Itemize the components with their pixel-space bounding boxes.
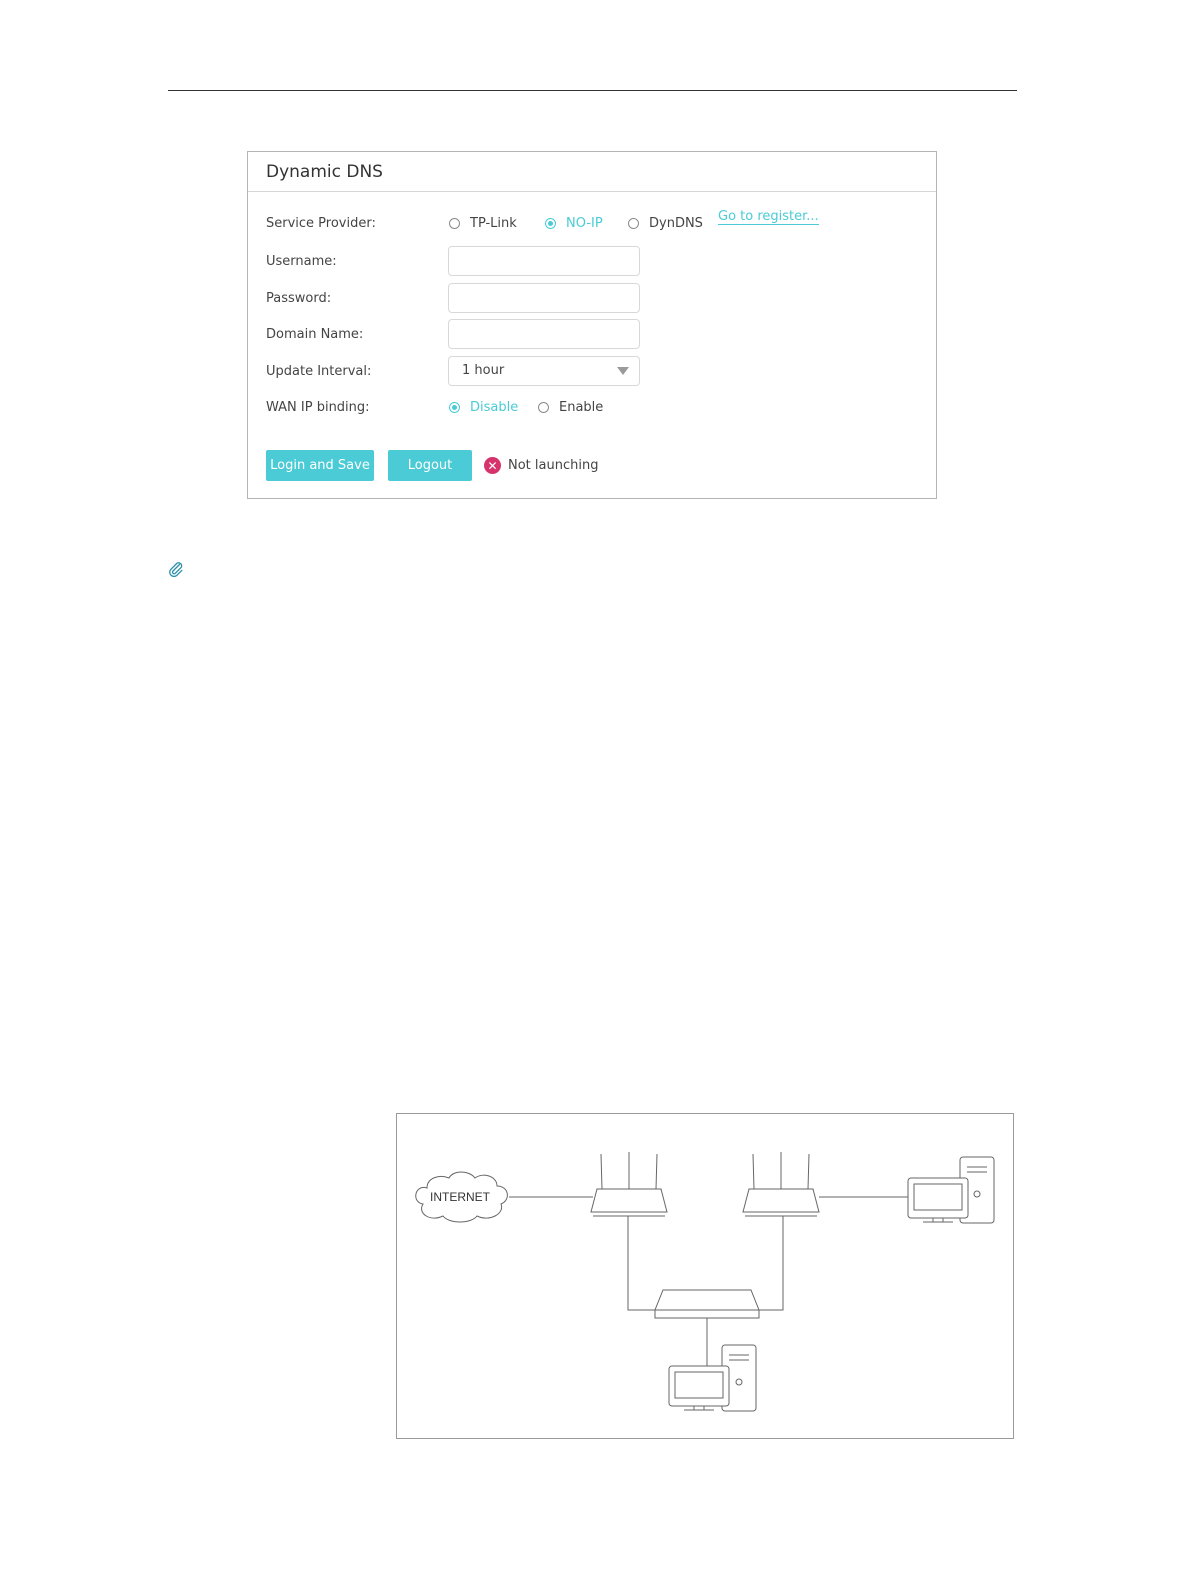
status-indicator: ✕ Not launching bbox=[484, 457, 598, 474]
radio-circle-icon bbox=[628, 218, 639, 229]
radio-label: NO-IP bbox=[566, 216, 603, 231]
update-interval-value: 1 hour bbox=[462, 363, 505, 378]
radio-label: TP-Link bbox=[470, 216, 517, 231]
radio-circle-icon bbox=[449, 218, 460, 229]
desktop-computer-icon bbox=[907, 1156, 995, 1224]
domain-name-field[interactable] bbox=[448, 319, 640, 349]
status-text: Not launching bbox=[508, 458, 599, 473]
username-input[interactable] bbox=[449, 247, 639, 275]
username-field[interactable] bbox=[448, 246, 640, 276]
service-provider-label: Service Provider: bbox=[266, 216, 376, 231]
password-label: Password: bbox=[266, 291, 332, 306]
password-input[interactable] bbox=[449, 284, 639, 312]
radio-label: Enable bbox=[559, 400, 604, 415]
paperclip-icon bbox=[168, 561, 184, 581]
domain-name-label: Domain Name: bbox=[266, 327, 364, 342]
login-and-save-button[interactable]: Login and Save bbox=[266, 450, 374, 481]
dynamic-dns-panel: Dynamic DNS Service Provider: TP-Link NO… bbox=[247, 151, 937, 499]
header-rule bbox=[168, 90, 1017, 91]
radio-label: DynDNS bbox=[649, 216, 703, 231]
error-x-icon: ✕ bbox=[484, 457, 501, 474]
network-switch-icon bbox=[654, 1289, 760, 1319]
radio-circle-icon bbox=[538, 402, 549, 413]
network-diagram: INTERNET bbox=[396, 1113, 1014, 1439]
wan-ip-binding-label: WAN IP binding: bbox=[266, 400, 370, 415]
panel-title: Dynamic DNS bbox=[266, 162, 383, 182]
panel-divider bbox=[248, 191, 936, 192]
router-icon bbox=[590, 1152, 668, 1217]
radio-selected-icon bbox=[449, 402, 460, 413]
update-interval-label: Update Interval: bbox=[266, 364, 372, 379]
radio-label: Disable bbox=[470, 400, 519, 415]
go-to-register-link[interactable]: Go to register... bbox=[718, 209, 819, 225]
domain-name-input[interactable] bbox=[449, 320, 639, 348]
radio-no-ip[interactable]: NO-IP bbox=[545, 216, 603, 231]
update-interval-select[interactable]: 1 hour bbox=[448, 356, 640, 386]
radio-tp-link[interactable]: TP-Link bbox=[449, 216, 517, 231]
dropdown-caret-icon bbox=[617, 367, 629, 375]
radio-dyndns[interactable]: DynDNS bbox=[628, 216, 703, 231]
radio-selected-icon bbox=[545, 218, 556, 229]
router-icon bbox=[742, 1152, 820, 1217]
internet-label: INTERNET bbox=[430, 1190, 490, 1204]
network-topology-drawing bbox=[415, 1152, 995, 1412]
password-field[interactable] bbox=[448, 283, 640, 313]
logout-button[interactable]: Logout bbox=[388, 450, 472, 481]
radio-enable[interactable]: Enable bbox=[538, 400, 603, 415]
radio-disable[interactable]: Disable bbox=[449, 400, 518, 415]
username-label: Username: bbox=[266, 254, 337, 269]
desktop-computer-icon bbox=[668, 1344, 757, 1412]
